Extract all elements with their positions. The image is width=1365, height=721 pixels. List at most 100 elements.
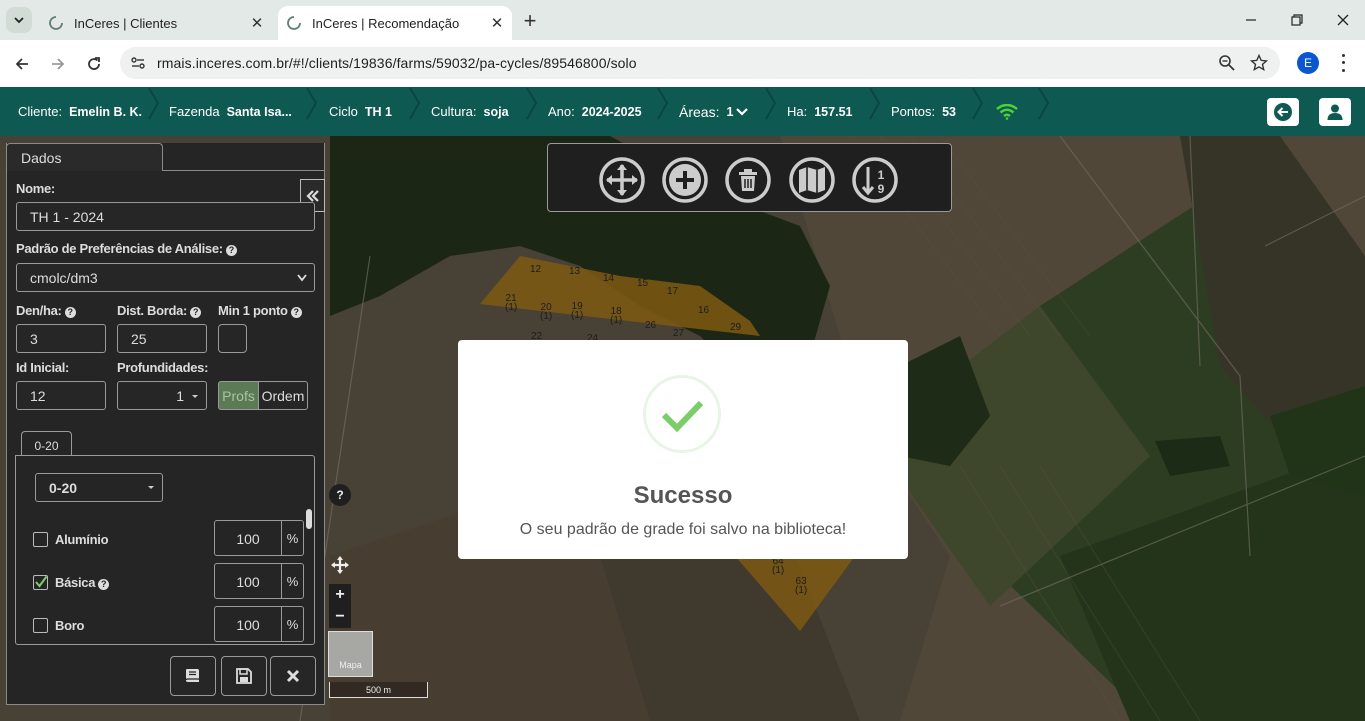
browser-tab-clientes[interactable]: InCeres | Clientes ✕	[40, 6, 272, 40]
success-dialog: Sucesso O seu padrão de grade foi salvo …	[458, 340, 908, 559]
tab-search-button[interactable]	[6, 7, 32, 33]
reload-icon	[88, 57, 100, 70]
help-icon[interactable]: ?	[98, 579, 110, 590]
basica-value-input[interactable]: 100	[214, 563, 282, 599]
dist-input[interactable]: 25	[117, 324, 207, 353]
svg-text:9: 9	[878, 182, 885, 196]
book-icon	[185, 669, 199, 682]
unit-label: %	[282, 520, 304, 556]
crumb-cultura[interactable]: Cultura: soja	[431, 87, 509, 136]
den-input[interactable]: 3	[16, 324, 106, 353]
prof-label: Profundidades:	[117, 360, 209, 375]
user-icon	[1327, 104, 1343, 120]
url-text[interactable]: rmais.inceres.com.br/#!/clients/19836/fa…	[157, 55, 637, 71]
profile-avatar[interactable]: E	[1297, 52, 1319, 74]
crumb-label: Cultura:	[431, 104, 477, 119]
aluminio-checkbox[interactable]	[33, 532, 48, 547]
padrao-label-text: Padrão de Preferências de Análise:	[16, 241, 223, 256]
close-icon	[1337, 14, 1349, 26]
basica-checkbox[interactable]	[33, 575, 48, 590]
trash-icon[interactable]	[724, 156, 772, 204]
save-icon	[236, 668, 252, 684]
close-tab-icon[interactable]: ✕	[248, 14, 266, 32]
new-tab-button[interactable]: +	[518, 8, 542, 33]
crumb-label: Ciclo	[329, 104, 358, 119]
zoom-out-button[interactable]: −	[329, 606, 351, 628]
address-bar[interactable]: rmais.inceres.com.br/#!/clients/19836/fa…	[120, 47, 1280, 79]
tab-dados[interactable]: Dados	[6, 143, 163, 171]
id-input[interactable]: 12	[16, 381, 106, 410]
caret-down-icon	[148, 486, 154, 489]
checkmark-icon	[661, 400, 704, 433]
panel-divider	[163, 170, 325, 171]
basemap-label: Mapa	[339, 660, 362, 670]
help-icon[interactable]: ?	[225, 245, 237, 256]
crumb-fazenda[interactable]: Fazenda Santa Isa...	[169, 87, 292, 136]
zoom-icon[interactable]	[1218, 54, 1236, 72]
padrao-select[interactable]: cmolc/dm3	[16, 263, 315, 292]
prof-select[interactable]: 1	[117, 381, 207, 410]
reload-button[interactable]	[80, 50, 108, 78]
library-button[interactable]	[170, 656, 216, 696]
tab-title: InCeres | Clientes	[74, 15, 178, 31]
sort-numeric-icon[interactable]: 1 9	[851, 156, 899, 204]
close-window-button[interactable]	[1320, 6, 1365, 34]
zoom-in-button[interactable]: +	[329, 584, 351, 606]
back-button[interactable]	[8, 50, 36, 78]
pan-icon[interactable]	[329, 554, 351, 576]
crumb-cliente[interactable]: Cliente: Emelin B. K.	[18, 87, 142, 136]
chevron-down-icon	[736, 107, 749, 116]
scrollbar-thumb[interactable]	[306, 509, 312, 529]
help-icon[interactable]: ?	[329, 484, 351, 506]
boro-value-input[interactable]: 100	[214, 606, 282, 642]
basemap-toggle[interactable]: Mapa	[328, 631, 373, 677]
crumb-ciclo[interactable]: Ciclo TH 1	[329, 87, 392, 136]
min-label: Min 1 ponto?	[218, 303, 302, 318]
crumb-value: 1	[726, 104, 734, 119]
minimize-button[interactable]	[1228, 6, 1274, 34]
min-checkbox[interactable]	[218, 324, 247, 353]
boro-checkbox[interactable]	[33, 618, 48, 633]
save-button[interactable]	[221, 656, 267, 696]
crumb-ano[interactable]: Ano: 2024-2025	[548, 87, 642, 136]
map-toolbar: 1 9	[547, 143, 952, 212]
help-icon[interactable]: ?	[64, 307, 76, 318]
arrow-left-icon	[15, 58, 28, 70]
crumb-value: TH 1	[364, 104, 392, 119]
crumb-pontos: Pontos: 53	[891, 87, 956, 136]
success-check-circle	[643, 375, 721, 453]
browser-tab-recomendacao[interactable]: InCeres | Recomendação ✕	[278, 6, 512, 40]
close-tab-icon[interactable]: ✕	[488, 14, 506, 32]
restore-button[interactable]	[1274, 6, 1320, 34]
nutrient-row-boro: Boro 100 %	[16, 606, 314, 644]
browser-menu-icon[interactable]	[1338, 52, 1348, 74]
map-layers-icon[interactable]	[788, 156, 836, 204]
move-icon[interactable]	[598, 156, 646, 204]
crumb-areas-dropdown[interactable]: Áreas: 1	[679, 87, 749, 136]
move-icon	[331, 556, 349, 574]
help-icon[interactable]: ?	[190, 307, 202, 318]
tab-label: Dados	[21, 150, 62, 166]
tab-depth-0-20[interactable]: 0-20	[21, 431, 72, 456]
depth-select[interactable]: 0-20	[35, 473, 163, 502]
toggle-profs[interactable]: Profs	[218, 381, 259, 410]
user-profile-button[interactable]	[1319, 98, 1351, 126]
bookmark-star-icon[interactable]	[1250, 54, 1268, 72]
crumb-label: Ano:	[548, 104, 575, 119]
back-arrow-button[interactable]	[1267, 98, 1299, 126]
den-label: Den/ha:?	[16, 303, 76, 318]
forward-button[interactable]	[44, 50, 72, 78]
minimize-icon	[1246, 19, 1256, 21]
nome-input[interactable]: TH 1 - 2024	[16, 202, 315, 231]
toggle-ordem[interactable]: Ordem	[258, 381, 308, 410]
crumb-label: Ha:	[787, 104, 808, 119]
site-info-icon[interactable]	[130, 55, 146, 71]
crumb-value: Emelin B. K.	[69, 104, 143, 119]
add-point-icon[interactable]	[661, 156, 709, 204]
help-icon[interactable]: ?	[290, 307, 302, 318]
aluminio-value-input[interactable]: 100	[214, 520, 282, 556]
checkmark-icon	[35, 575, 48, 588]
crumb-value: 157.51	[814, 104, 853, 119]
wifi-signal-icon	[996, 104, 1018, 120]
cancel-button[interactable]	[270, 656, 316, 696]
